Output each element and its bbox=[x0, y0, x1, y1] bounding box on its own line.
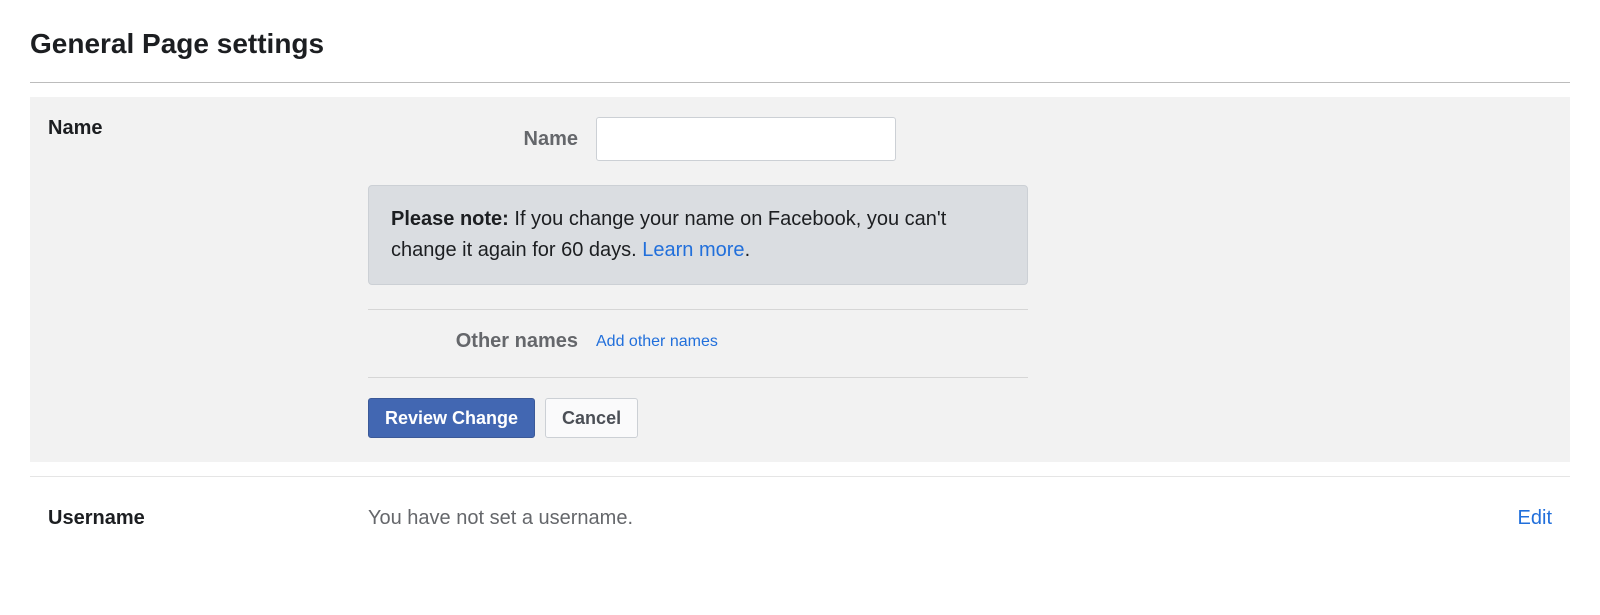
name-section-content: Name Please note: If you change your nam… bbox=[368, 117, 1552, 438]
other-names-row: Other names Add other names bbox=[368, 330, 1028, 353]
name-section-label-col: Name bbox=[48, 117, 368, 438]
username-edit-link[interactable]: Edit bbox=[1518, 507, 1552, 530]
note-prefix: Please note: bbox=[391, 208, 509, 230]
other-names-label: Other names bbox=[368, 330, 578, 353]
username-label-col: Username bbox=[48, 507, 368, 530]
page-title: General Page settings bbox=[30, 28, 1570, 60]
username-section: Username You have not set a username. Ed… bbox=[30, 476, 1570, 530]
name-section: Name Name Please note: If you change you… bbox=[30, 97, 1570, 462]
cancel-button[interactable]: Cancel bbox=[545, 398, 638, 438]
title-divider bbox=[30, 82, 1570, 83]
add-other-names-link[interactable]: Add other names bbox=[596, 333, 718, 351]
name-input[interactable] bbox=[596, 117, 896, 161]
review-change-button[interactable]: Review Change bbox=[368, 398, 535, 438]
name-field-label: Name bbox=[368, 128, 578, 151]
note-divider bbox=[368, 309, 1028, 310]
name-change-note: Please note: If you change your name on … bbox=[368, 185, 1028, 285]
buttons-divider bbox=[368, 377, 1028, 378]
learn-more-link[interactable]: Learn more bbox=[642, 239, 744, 261]
username-section-label: Username bbox=[48, 507, 145, 529]
note-suffix: . bbox=[745, 239, 751, 261]
username-value: You have not set a username. bbox=[368, 507, 1518, 530]
button-row: Review Change Cancel bbox=[368, 398, 1552, 438]
name-field-row: Name bbox=[368, 117, 1552, 161]
name-section-label: Name bbox=[48, 117, 102, 139]
